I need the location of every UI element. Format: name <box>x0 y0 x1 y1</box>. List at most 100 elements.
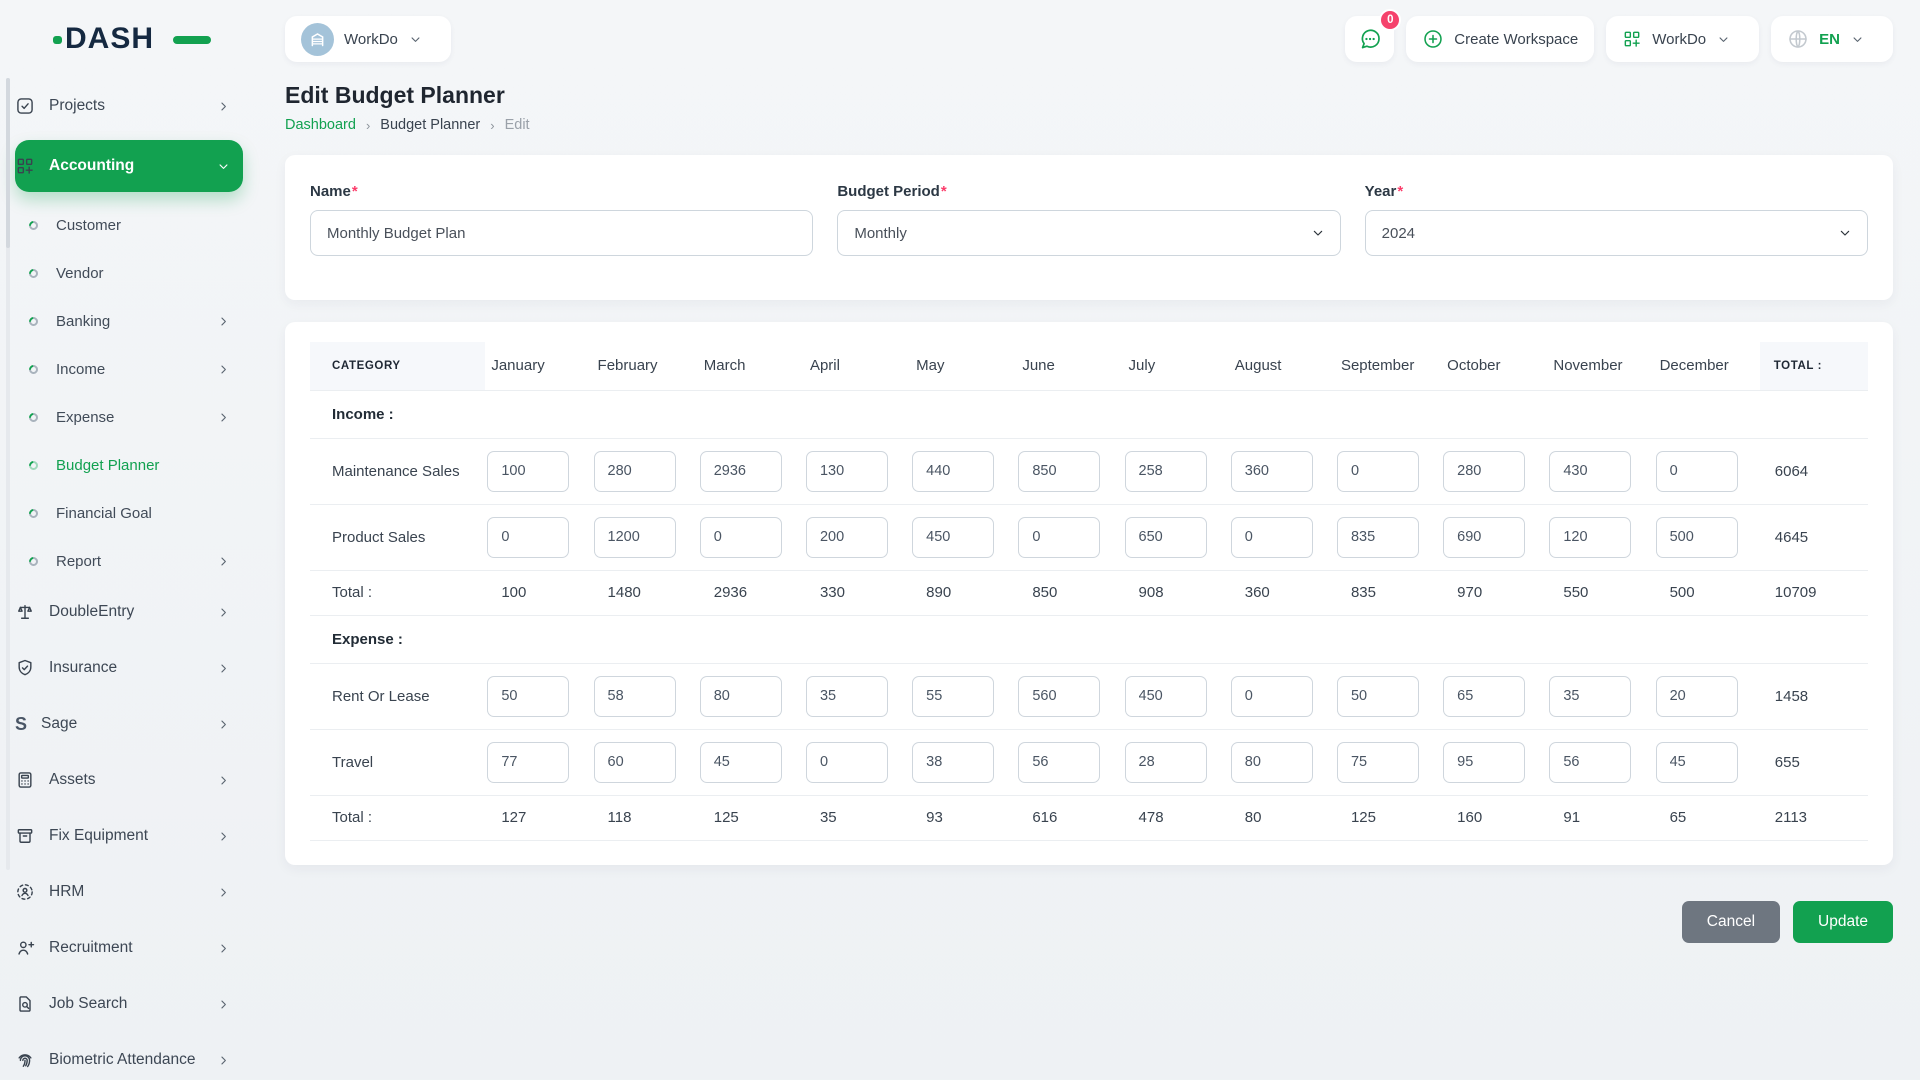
sidebar-item-insurance[interactable]: Insurance <box>15 646 243 690</box>
budget-period-field-group: Budget Period* Monthly <box>837 183 1341 256</box>
messages-button[interactable]: 0 <box>1345 9 1402 62</box>
sidebar-item-income[interactable]: Income <box>27 350 243 388</box>
workspace-switcher[interactable]: WorkDo <box>285 16 451 62</box>
budget-input-product-sales-april[interactable] <box>805 516 888 558</box>
sidebar-item-assets[interactable]: Assets <box>15 758 243 802</box>
sidebar-item-vendor[interactable]: Vendor <box>27 254 243 292</box>
sidebar-item-recruitment[interactable]: Recruitment <box>15 926 243 970</box>
chevron-right-icon <box>216 362 231 377</box>
budget-input-product-sales-june[interactable] <box>1018 516 1101 558</box>
budget-input-maintenance-sales-september[interactable] <box>1336 450 1419 492</box>
sidebar-item-doubleentry[interactable]: DoubleEntry <box>15 590 243 634</box>
budget-period-label: Budget Period* <box>837 183 947 200</box>
sidebar-item-banking[interactable]: Banking <box>27 302 243 340</box>
budget-input-maintenance-sales-february[interactable] <box>593 450 676 492</box>
name-input[interactable] <box>310 210 814 256</box>
budget-input-travel-june[interactable] <box>1018 741 1101 783</box>
column-total-january: 100 <box>501 584 527 601</box>
name-field-group: Name* <box>310 183 814 256</box>
workdo-menu-button[interactable]: WorkDo <box>1606 16 1760 62</box>
budget-input-maintenance-sales-june[interactable] <box>1018 450 1101 492</box>
sidebar-item-job-search[interactable]: Job Search <box>15 982 243 1026</box>
month-header-april: April <box>809 357 840 375</box>
budget-input-maintenance-sales-march[interactable] <box>699 450 782 492</box>
budget-input-rent-or-lease-february[interactable] <box>593 675 676 717</box>
budget-input-travel-april[interactable] <box>805 741 888 783</box>
sidebar-item-fix-equipment[interactable]: Fix Equipment <box>15 814 243 858</box>
budget-input-rent-or-lease-august[interactable] <box>1230 675 1313 717</box>
cell <box>1654 663 1760 729</box>
column-total-october: 160 <box>1457 809 1483 826</box>
cancel-button[interactable]: Cancel <box>1681 900 1781 943</box>
budget-period-select[interactable]: Monthly <box>837 210 1341 256</box>
budget-input-rent-or-lease-january[interactable] <box>487 675 570 717</box>
language-selector[interactable]: EN <box>1771 16 1893 62</box>
budget-input-maintenance-sales-november[interactable] <box>1549 450 1632 492</box>
row-label: Product Sales <box>332 528 426 546</box>
budget-input-product-sales-september[interactable] <box>1336 516 1419 558</box>
breadcrumb-budget-planner[interactable]: Budget Planner <box>380 117 480 133</box>
sidebar-item-sage[interactable]: S Sage <box>15 702 243 746</box>
budget-input-maintenance-sales-december[interactable] <box>1655 450 1738 492</box>
budget-input-maintenance-sales-july[interactable] <box>1124 450 1207 492</box>
workspace-avatar <box>301 22 334 56</box>
sidebar-item-hrm[interactable]: HRM <box>15 870 243 914</box>
budget-input-travel-may[interactable] <box>912 741 995 783</box>
budget-input-travel-october[interactable] <box>1443 741 1526 783</box>
sidebar-item-financial-goal[interactable]: Financial Goal <box>27 494 243 532</box>
sidebar-item-accounting[interactable]: Accounting <box>15 140 243 192</box>
budget-input-rent-or-lease-december[interactable] <box>1655 675 1738 717</box>
budget-input-travel-september[interactable] <box>1336 741 1419 783</box>
budget-input-rent-or-lease-september[interactable] <box>1336 675 1419 717</box>
budget-input-product-sales-october[interactable] <box>1443 516 1526 558</box>
budget-input-maintenance-sales-october[interactable] <box>1443 450 1526 492</box>
budget-input-travel-august[interactable] <box>1230 741 1313 783</box>
sidebar-item-label: DoubleEntry <box>49 603 135 621</box>
budget-input-product-sales-january[interactable] <box>487 516 570 558</box>
budget-input-maintenance-sales-may[interactable] <box>912 450 995 492</box>
chevron-right-icon <box>216 941 231 956</box>
chevron-right-icon: › <box>365 117 371 133</box>
breadcrumb-dashboard[interactable]: Dashboard <box>285 117 356 133</box>
budget-input-travel-july[interactable] <box>1124 741 1207 783</box>
budget-input-rent-or-lease-march[interactable] <box>699 675 782 717</box>
budget-input-maintenance-sales-august[interactable] <box>1230 450 1313 492</box>
cell <box>1123 663 1229 729</box>
sidebar-item-label: Vendor <box>56 264 104 282</box>
sidebar-item-expense[interactable]: Expense <box>27 398 243 436</box>
year-select[interactable]: 2024 <box>1364 210 1868 256</box>
create-workspace-button[interactable]: Create Workspace <box>1406 16 1595 62</box>
budget-input-product-sales-may[interactable] <box>912 516 995 558</box>
budget-input-rent-or-lease-july[interactable] <box>1124 675 1207 717</box>
cell <box>804 438 910 504</box>
sidebar-item-budget-planner[interactable]: Budget Planner <box>27 446 243 484</box>
budget-input-product-sales-november[interactable] <box>1549 516 1632 558</box>
budget-input-product-sales-february[interactable] <box>593 516 676 558</box>
sidebar-item-projects[interactable]: Projects <box>15 84 243 128</box>
budget-input-maintenance-sales-april[interactable] <box>805 450 888 492</box>
logo-accent-bar <box>173 36 211 44</box>
sidebar-item-biometric-attendance[interactable]: Biometric Attendance <box>15 1038 243 1080</box>
cell <box>1441 729 1547 795</box>
budget-input-travel-november[interactable] <box>1549 741 1632 783</box>
budget-input-travel-january[interactable] <box>487 741 570 783</box>
budget-input-rent-or-lease-may[interactable] <box>912 675 995 717</box>
sidebar-item-report[interactable]: Report <box>27 542 243 580</box>
chevron-right-icon <box>216 661 231 676</box>
budget-input-rent-or-lease-april[interactable] <box>805 675 888 717</box>
budget-input-product-sales-august[interactable] <box>1230 516 1313 558</box>
budget-input-travel-march[interactable] <box>699 741 782 783</box>
budget-input-maintenance-sales-january[interactable] <box>487 450 570 492</box>
budget-input-rent-or-lease-october[interactable] <box>1443 675 1526 717</box>
budget-input-product-sales-march[interactable] <box>699 516 782 558</box>
budget-input-rent-or-lease-november[interactable] <box>1549 675 1632 717</box>
sidebar-scrollbar[interactable] <box>6 78 10 870</box>
budget-input-travel-february[interactable] <box>593 741 676 783</box>
budget-input-product-sales-july[interactable] <box>1124 516 1207 558</box>
sidebar-item-customer[interactable]: Customer <box>27 206 243 244</box>
budget-input-product-sales-december[interactable] <box>1655 516 1738 558</box>
grand-total: 10709 <box>1774 584 1817 601</box>
budget-input-travel-december[interactable] <box>1655 741 1738 783</box>
budget-input-rent-or-lease-june[interactable] <box>1018 675 1101 717</box>
update-button[interactable]: Update <box>1793 900 1893 943</box>
